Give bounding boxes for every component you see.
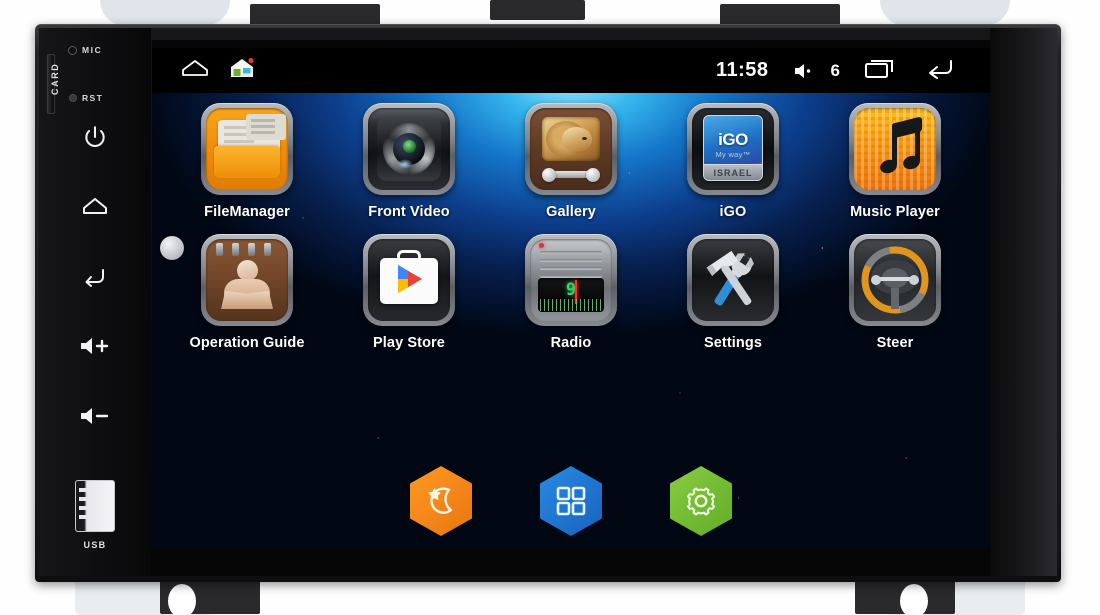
statusbar-launcher-button[interactable] (230, 57, 254, 84)
wheel-glyph (861, 246, 929, 314)
mount-tab-left (100, 0, 230, 26)
back-arrow-icon (85, 269, 104, 287)
app-label: Front Video (368, 204, 450, 220)
igo-region: ISRAEL (704, 164, 762, 180)
play-store-icon (368, 239, 450, 321)
lcd-screen: 11:58 6 FileManager Front Video Gallery … (152, 48, 990, 548)
icon-frame: iGO My way™ ISRAEL (687, 103, 779, 195)
igo-navigation-icon: iGO My way™ ISRAEL (692, 108, 774, 190)
volume-indicator: 6 (793, 61, 840, 81)
app-label: Settings (704, 335, 762, 351)
app-music-player[interactable]: Music Player (814, 103, 976, 220)
back-arrow-icon (929, 60, 952, 79)
screenshot-root: MIC CARD RST USB 11:58 6 FileManager Fro… (0, 0, 1100, 615)
screen-bezel-top (152, 40, 990, 48)
volume-down-button[interactable] (39, 404, 151, 433)
icon-frame (201, 234, 293, 326)
app-label: iGO (719, 204, 747, 220)
reset-pinhole[interactable] (69, 94, 77, 102)
app-settings[interactable]: Settings (652, 234, 814, 351)
icon-frame (849, 234, 941, 326)
app-front-video[interactable]: Front Video (328, 103, 490, 220)
head-unit-body: MIC CARD RST USB 11:58 6 FileManager Fro… (35, 24, 1061, 582)
home-outline-icon (182, 60, 208, 76)
steering-wheel-icon (854, 239, 936, 321)
statusbar-back-button[interactable] (922, 56, 956, 85)
app-label: Operation Guide (189, 335, 305, 351)
app-label: Gallery (546, 204, 596, 220)
mount-clip-1 (250, 4, 380, 26)
screen-bezel-bottom (152, 548, 990, 572)
mount-hole-left (168, 584, 196, 615)
mount-tab-right (880, 0, 1010, 26)
icon-frame (363, 234, 455, 326)
grid-squares-icon (556, 486, 586, 516)
icon-frame (849, 103, 941, 195)
gallery-icon (530, 108, 612, 190)
mic-hole-icon (68, 46, 77, 55)
power-icon (85, 126, 105, 147)
settings-button[interactable] (670, 466, 732, 536)
app-label: Radio (550, 335, 592, 351)
status-bar: 11:58 6 (152, 48, 990, 93)
head-unit-face: MIC CARD RST USB 11:58 6 FileManager Fro… (39, 28, 1057, 576)
tools-icon (692, 239, 774, 321)
app-label: Play Store (373, 335, 445, 351)
radio-icon: 9 (530, 239, 612, 321)
app-igo[interactable]: iGO My way™ ISRAEL iGO (652, 103, 814, 220)
power-button[interactable] (39, 124, 151, 155)
right-bezel (990, 28, 1057, 576)
app-radio[interactable]: 9 Radio (490, 234, 652, 351)
igo-subtitle: My way™ (715, 150, 751, 159)
app-label: Steer (876, 335, 914, 351)
left-control-panel: MIC CARD RST USB (39, 28, 151, 576)
recents-icon (865, 60, 893, 78)
card-label: CARD (50, 62, 60, 95)
music-note-icon (854, 108, 936, 190)
back-button[interactable] (39, 264, 151, 293)
moon-star-icon (428, 487, 453, 514)
speaker-icon (794, 63, 810, 78)
home-button[interactable] (39, 194, 151, 223)
gear-icon (687, 487, 716, 516)
rst-label: RST (82, 93, 104, 103)
usb-port[interactable] (75, 480, 115, 532)
icon-frame (201, 103, 293, 195)
usb-label: USB (83, 540, 107, 550)
statusbar-home-button[interactable] (180, 57, 210, 84)
app-grid: FileManager Front Video Gallery iGO My w… (152, 103, 990, 351)
igo-title: iGO (718, 130, 748, 149)
app-label: FileManager (204, 204, 290, 220)
statusbar-recents-button[interactable] (864, 56, 898, 85)
app-gallery[interactable]: Gallery (490, 103, 652, 220)
manual-book-icon (206, 239, 288, 321)
house-app-icon (231, 57, 254, 77)
mount-hole-right (900, 584, 928, 615)
mount-clip-3 (490, 0, 585, 20)
icon-frame: 9 (525, 234, 617, 326)
icon-frame (525, 103, 617, 195)
volume-up-icon (81, 338, 109, 354)
icon-frame (363, 103, 455, 195)
volume-up-button[interactable] (39, 334, 151, 363)
app-file-manager[interactable]: FileManager (166, 103, 328, 220)
icon-frame (687, 234, 779, 326)
all-apps-button[interactable] (540, 466, 602, 536)
mount-clip-2 (720, 4, 840, 26)
app-label: Music Player (850, 204, 940, 220)
dock-bar (152, 466, 990, 536)
volume-level: 6 (830, 60, 840, 80)
mic-label: MIC (82, 45, 103, 55)
file-manager-icon (206, 108, 288, 190)
wrench-hammer-icon (706, 250, 754, 306)
volume-down-icon (81, 408, 109, 424)
home-icon (83, 198, 107, 214)
night-mode-button[interactable] (410, 466, 472, 536)
camera-icon (368, 108, 450, 190)
app-steer[interactable]: Steer (814, 234, 976, 351)
app-play-store[interactable]: Play Store (328, 234, 490, 351)
app-operation-guide[interactable]: Operation Guide (166, 234, 328, 351)
status-time: 11:58 (715, 59, 769, 81)
